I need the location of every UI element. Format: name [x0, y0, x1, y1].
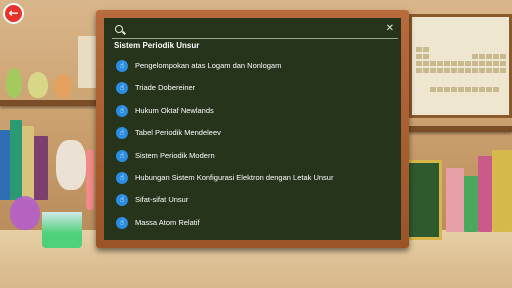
back-button[interactable]: ←: [3, 3, 24, 24]
flask-decoration: [28, 72, 48, 98]
book-decoration: [478, 156, 492, 232]
book-decoration: [34, 136, 48, 200]
book-decoration: [22, 126, 34, 200]
flask-decoration: [54, 74, 72, 98]
hand-pointer-icon: ☝: [116, 105, 128, 117]
search-icon[interactable]: [115, 25, 123, 33]
search-input[interactable]: [128, 24, 378, 37]
close-icon[interactable]: ✕: [386, 23, 394, 34]
menu-item[interactable]: ☝ Massa Atom Relatif: [112, 214, 398, 232]
hand-pointer-icon: ☝: [116, 60, 128, 72]
menu-item-label: Hukum Oktaf Newlands: [135, 106, 214, 115]
hand-pointer-icon: ☝: [116, 82, 128, 94]
book-decoration: [464, 176, 478, 232]
flask-decoration: [10, 196, 40, 230]
menu-item[interactable]: ☝ Hukum Oktaf Newlands: [112, 102, 398, 120]
menu-item-label: Massa Atom Relatif: [135, 218, 200, 227]
hand-pointer-icon: ☝: [116, 194, 128, 206]
menu-title: Sistem Periodik Unsur: [114, 41, 200, 50]
mascot-decoration: [56, 140, 86, 190]
menu-item-label: Tabel Periodik Mendeleev: [135, 128, 221, 137]
hand-pointer-icon: ☝: [116, 217, 128, 229]
menu-item-label: Pengelompokan atas Logam dan Nonlogam: [135, 61, 282, 70]
menu-item[interactable]: ☝ Hubungan Sistem Konfigurasi Elektron d…: [112, 169, 398, 187]
shelf-right: [409, 126, 512, 132]
shelf-top-left: [0, 100, 96, 106]
hand-pointer-icon: ☝: [116, 150, 128, 162]
menu-item[interactable]: ☝ Sifat-sifat Unsur: [112, 191, 398, 209]
test-tube-decoration: [86, 150, 94, 210]
menu-item-label: Triade Dobereiner: [135, 83, 196, 92]
book-decoration: [0, 130, 10, 200]
chalkboard-decoration: [404, 160, 442, 240]
menu-item[interactable]: ☝ Tabel Periodik Mendeleev: [112, 124, 398, 142]
hand-pointer-icon: ☝: [116, 172, 128, 184]
menu-item[interactable]: ☝ Triade Dobereiner: [112, 79, 398, 97]
flask-decoration: [6, 68, 22, 98]
back-arrow-icon: ←: [8, 6, 19, 20]
menu-item-label: Sifat-sifat Unsur: [135, 195, 189, 204]
menu-item-label: Sistem Periodik Modern: [135, 151, 215, 160]
book-decoration: [10, 120, 22, 200]
menu-item-label: Hubungan Sistem Konfigurasi Elektron den…: [135, 173, 334, 182]
book-decoration: [492, 150, 512, 232]
book-decoration: [446, 168, 464, 232]
poster-decoration: [78, 36, 96, 88]
menu-item[interactable]: ☝ Pengelompokan atas Logam dan Nonlogam: [112, 57, 398, 75]
hand-pointer-icon: ☝: [116, 127, 128, 139]
beaker-decoration: [42, 212, 82, 248]
periodic-table-poster: [409, 14, 512, 118]
menu-item[interactable]: ☝ Sistem Periodik Modern: [112, 147, 398, 165]
search-bar: ✕: [112, 23, 398, 39]
